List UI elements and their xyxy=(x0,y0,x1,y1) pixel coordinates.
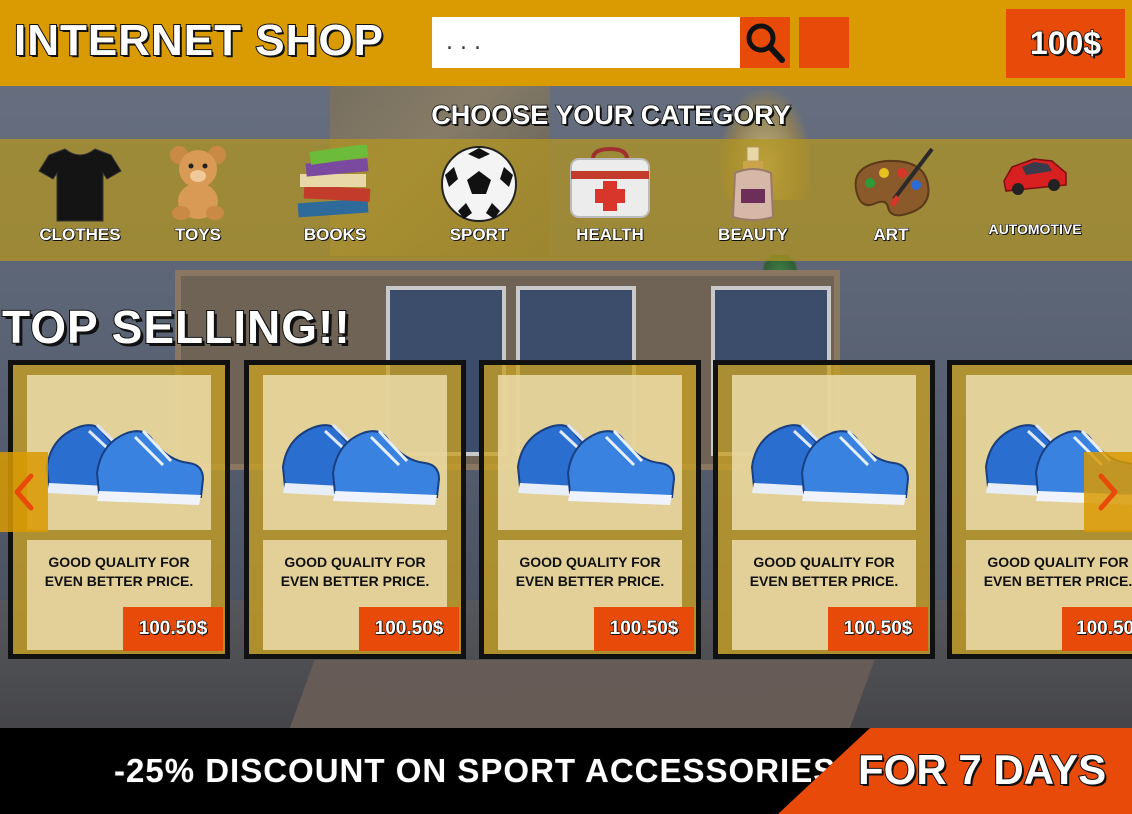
category-books[interactable]: BOOKS xyxy=(280,145,390,245)
product-description: GOOD QUALITY FOR EVEN BETTER PRICE. xyxy=(983,554,1132,589)
price-button[interactable]: 100.50$ xyxy=(359,607,459,651)
category-beauty[interactable]: BEAUTY xyxy=(698,145,808,245)
carousel-prev-button[interactable] xyxy=(0,452,48,532)
category-label: TOYS xyxy=(175,225,222,245)
sneakers-icon xyxy=(516,423,676,505)
product-description: GOOD QUALITY FOR EVEN BETTER PRICE. xyxy=(749,554,899,589)
category-toys[interactable]: TOYS xyxy=(143,145,253,245)
category-health[interactable]: HEALTH xyxy=(555,145,665,245)
category-label: SPORT xyxy=(449,225,509,245)
search-icon xyxy=(746,23,785,63)
category-label: BEAUTY xyxy=(718,225,789,245)
category-label: AUTOMOTIVE xyxy=(988,221,1082,238)
product-image xyxy=(732,375,916,530)
search-input[interactable] xyxy=(432,17,740,68)
category-automotive[interactable]: AUTOMOTIVE xyxy=(980,145,1090,245)
product-image xyxy=(27,375,211,530)
chevron-left-icon xyxy=(14,473,34,511)
header-bar: INTERNET SHOP 100$ xyxy=(0,0,1132,86)
category-heading: CHOOSE YOUR CATEGORY xyxy=(430,99,791,131)
product-card[interactable]: GOOD QUALITY FOR EVEN BETTER PRICE. 100.… xyxy=(713,360,935,659)
product-card[interactable]: GOOD QUALITY FOR EVEN BETTER PRICE. 100.… xyxy=(479,360,701,659)
category-label: ART xyxy=(873,225,909,245)
category-clothes[interactable]: CLOTHES xyxy=(25,145,135,245)
balance-display[interactable]: 100$ xyxy=(1006,9,1125,78)
car-icon xyxy=(1003,158,1067,195)
category-label: CLOTHES xyxy=(39,225,121,245)
sneakers-icon xyxy=(45,423,205,505)
product-image xyxy=(498,375,682,530)
price-button[interactable]: 100.50$ xyxy=(594,607,694,651)
discount-days-text: FOR 7 DAYS xyxy=(857,745,1107,794)
chevron-right-icon xyxy=(1098,473,1118,511)
carousel-next-button[interactable] xyxy=(1084,452,1132,532)
sneakers-icon xyxy=(281,423,441,505)
search-button[interactable] xyxy=(740,17,790,68)
category-art[interactable]: ART xyxy=(836,145,946,245)
paint-palette-icon xyxy=(854,147,934,217)
shop-title: INTERNET SHOP xyxy=(13,15,384,66)
top-selling-title: TOP SELLING!! xyxy=(1,300,351,354)
price-button[interactable]: 100.50$ xyxy=(1062,607,1132,651)
perfume-icon xyxy=(731,146,775,221)
category-label: HEALTH xyxy=(576,225,645,245)
product-card[interactable]: GOOD QUALITY FOR EVEN BETTER PRICE. 100.… xyxy=(244,360,466,659)
soccer-ball-icon xyxy=(441,146,517,222)
price-button[interactable]: 100.50$ xyxy=(828,607,928,651)
first-aid-kit-icon xyxy=(570,146,650,218)
product-description: GOOD QUALITY FOR EVEN BETTER PRICE. xyxy=(515,554,665,589)
category-sport[interactable]: SPORT xyxy=(424,145,534,245)
t-shirt-icon xyxy=(38,148,122,222)
product-description: GOOD QUALITY FOR EVEN BETTER PRICE. xyxy=(280,554,430,589)
category-label: BOOKS xyxy=(303,225,367,245)
teddy-bear-icon xyxy=(170,146,226,220)
books-icon xyxy=(297,145,371,218)
cart-button[interactable] xyxy=(799,17,849,68)
sneakers-icon xyxy=(750,423,910,505)
product-description: GOOD QUALITY FOR EVEN BETTER PRICE. xyxy=(44,554,194,589)
price-button[interactable]: 100.50$ xyxy=(123,607,223,651)
product-image xyxy=(263,375,447,530)
discount-text: -25% DISCOUNT ON SPORT ACCESSORIES xyxy=(113,751,837,790)
